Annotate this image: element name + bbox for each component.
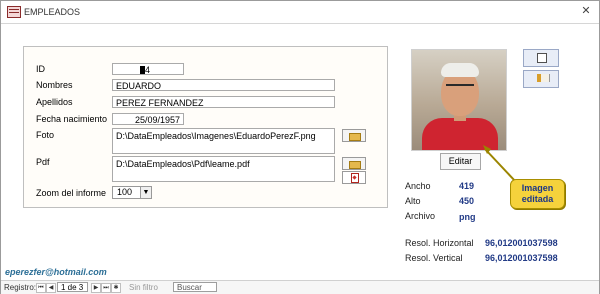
fecha-nacimiento-label: Fecha nacimiento: [36, 114, 108, 124]
note-line-2: editada: [521, 194, 554, 204]
zoom-label: Zoom del informe: [36, 188, 107, 198]
note-line-1: Imagen: [521, 183, 554, 193]
pdf-folder-button[interactable]: [342, 157, 366, 170]
employee-details-panel: [23, 46, 388, 208]
pdf-open-button[interactable]: [342, 171, 366, 184]
last-record-button[interactable]: ⏭: [101, 283, 111, 293]
author-email: eperezfer@hotmail.com: [5, 267, 107, 277]
pdf-label: Pdf: [36, 157, 50, 167]
apellidos-label: Apellidos: [36, 97, 73, 107]
apellidos-field[interactable]: PEREZ FERNANDEZ: [112, 96, 335, 108]
alto-label: Alto: [405, 196, 421, 206]
print-icon: [537, 53, 547, 63]
zoom-value: 100: [117, 187, 133, 197]
record-navigation-bar: Registro: ⏮ ◀ 1 de 3 ▶ ⏭ ✱ Sin filtro Bu…: [1, 280, 599, 294]
id-label: ID: [36, 64, 45, 74]
foto-path-field[interactable]: D:\DataEmpleados\Imagenes\EduardoPerezF.…: [112, 128, 335, 154]
first-record-button[interactable]: ⏮: [36, 283, 46, 293]
imagen-editada-note: Imagen editada: [510, 179, 565, 209]
nombres-label: Nombres: [36, 80, 73, 90]
chevron-down-icon[interactable]: ▼: [140, 187, 151, 198]
next-record-button[interactable]: ▶: [91, 283, 101, 293]
employees-window: EMPLEADOS ✕ ID 4 Nombres EDUARDO Apellid…: [0, 0, 600, 294]
new-record-button[interactable]: ✱: [111, 283, 121, 293]
archivo-label: Archivo: [405, 211, 436, 221]
filter-status[interactable]: Sin filtro: [129, 283, 158, 292]
window-title: EMPLEADOS: [24, 7, 81, 17]
resol-horizontal-label: Resol. Horizontal: [405, 238, 474, 248]
search-input[interactable]: Buscar: [173, 282, 217, 292]
exit-button[interactable]: [523, 70, 559, 88]
title-bar: EMPLEADOS ✕: [1, 1, 599, 24]
fecha-nacimiento-field[interactable]: 25/09/1957: [112, 113, 184, 125]
zoom-combo[interactable]: 100 ▼: [112, 186, 152, 199]
ancho-value: 419: [459, 181, 475, 191]
alto-value: 450: [459, 196, 475, 206]
registro-label: Registro:: [4, 283, 37, 292]
resol-vertical-value: 96,012001037598: [485, 253, 558, 263]
id-value: 4: [145, 65, 151, 75]
archivo-value: png: [459, 212, 476, 222]
pdf-path-field[interactable]: D:\DataEmpleados\Pdf\leame.pdf: [112, 156, 335, 182]
print-button[interactable]: [523, 49, 559, 67]
form-icon: [7, 6, 21, 18]
close-button[interactable]: ✕: [579, 4, 593, 18]
id-field[interactable]: 4: [112, 63, 184, 75]
foto-folder-button[interactable]: [342, 129, 366, 142]
foto-label: Foto: [36, 130, 55, 140]
ancho-label: Ancho: [405, 181, 431, 191]
resol-vertical-label: Resol. Vertical: [405, 253, 463, 263]
previous-record-button[interactable]: ◀: [46, 283, 56, 293]
employee-photo: [411, 49, 507, 151]
resol-horizontal-value: 96,012001037598: [485, 238, 558, 248]
edit-photo-button[interactable]: Editar: [440, 153, 481, 170]
nombres-field[interactable]: EDUARDO: [112, 79, 335, 91]
exit-icon: [537, 74, 550, 82]
record-position[interactable]: 1 de 3: [57, 282, 88, 292]
